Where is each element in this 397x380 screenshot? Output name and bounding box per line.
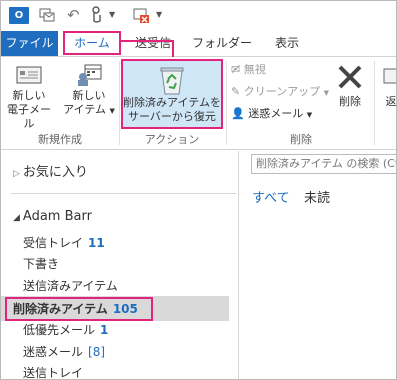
tab-home[interactable]: ホーム [63, 31, 121, 55]
outlook-logo-icon: O [9, 7, 29, 24]
account-header[interactable]: ◢ Adam Barr [13, 209, 92, 224]
cleanup-icon: ✎ [231, 85, 244, 98]
folder-item-junk[interactable]: 迷惑メール [8] [23, 343, 105, 361]
folder-item-sent[interactable]: 送信済みアイテム [23, 277, 118, 295]
folder-item-inbox[interactable]: 受信トレイ 11 [23, 234, 105, 252]
folder-pane: ▷ お気に入り ◢ Adam Barr 受信トレイ 11 下書き 送信済みアイテム 削… [1, 151, 236, 379]
junk-button[interactable]: 👤 迷惑メール ▼ [231, 105, 312, 123]
group-delete-label: 削除 [290, 133, 312, 146]
folder-item-outbox[interactable]: 送信トレイ [23, 364, 83, 379]
customize-caret-icon[interactable]: ▼ [156, 10, 162, 19]
recover-label-1: 削除済みアイテムを [123, 96, 221, 109]
recover-label-2: サーバーから復元 [128, 110, 216, 123]
ribbon: 新しい 電子メール 新しい アイテム ▼ 新規作成 削除済みアイテムを サーバー… [1, 57, 396, 150]
filter-all-tab[interactable]: すべて [252, 187, 290, 206]
new-items-label-1: 新しい [72, 89, 106, 102]
tab-view[interactable]: 表示 [267, 31, 307, 56]
reply-icon [383, 68, 396, 84]
new-email-label-2: 電子メール [7, 103, 51, 130]
group-new-label: 新規作成 [38, 133, 82, 146]
folder-divider [11, 193, 236, 194]
collapse-triangle-icon: ◢ [13, 213, 20, 223]
ribbon-tabs: ファイル ホーム 送受信 フォルダー 表示 [1, 31, 396, 57]
quick-access-toolbar: O ↶ ▼ ▼ [1, 1, 396, 31]
deleted-items-callout [5, 297, 153, 321]
folder-item-drafts[interactable]: 下書き [23, 255, 59, 273]
delete-all-icon[interactable] [133, 7, 150, 24]
ribbon-separator [119, 61, 120, 145]
reply-label: 返 [385, 95, 397, 108]
new-items-caret-icon: ▼ [109, 107, 115, 115]
touch-caret-icon[interactable]: ▼ [109, 10, 115, 19]
new-items-button[interactable]: 新しい アイテム ▼ [61, 63, 117, 118]
ignore-button[interactable]: ✉̸ 無視 [231, 61, 266, 79]
delete-button[interactable]: 削除 [330, 63, 370, 109]
send-receive-icon[interactable] [39, 8, 55, 23]
new-items-label-2: アイテム ▼ [63, 103, 115, 116]
cleanup-caret-icon: ▼ [323, 89, 330, 97]
recycle-bin-icon [160, 67, 184, 95]
ribbon-separator [226, 61, 227, 145]
new-email-label-1: 新しい [12, 89, 46, 102]
filter-unread-tab[interactable]: 未読 [304, 187, 330, 206]
new-items-icon [78, 64, 102, 86]
search-input[interactable]: 削除済みアイテム の検索 (Ct [251, 154, 396, 174]
touch-mode-icon[interactable] [89, 6, 103, 24]
favorites-header[interactable]: ▷ お気に入り [13, 161, 88, 180]
delete-x-icon [338, 65, 362, 89]
tab-file[interactable]: ファイル [1, 31, 58, 56]
ignore-icon: ✉̸ [231, 63, 244, 76]
junk-icon: 👤 [231, 107, 249, 120]
folder-item-clutter[interactable]: 低優先メール 1 [23, 321, 108, 339]
outlook-window: O ↶ ▼ ▼ ファイル ホーム 送受信 フォルダー 表示 新しい 電子メール … [0, 0, 397, 380]
expand-triangle-icon: ▷ [13, 169, 20, 179]
new-email-button[interactable]: 新しい 電子メール [3, 63, 55, 131]
reply-button[interactable]: 返 [381, 63, 397, 109]
new-email-icon [16, 66, 42, 84]
cleanup-button[interactable]: ✎ クリーンアップ ▼ [231, 83, 329, 101]
junk-caret-icon: ▼ [306, 111, 313, 119]
group-actions-label: アクション [144, 133, 200, 146]
delete-label: 削除 [339, 95, 361, 108]
recover-deleted-items-button[interactable]: 削除済みアイテムを サーバーから復元 [121, 59, 223, 129]
pane-border [238, 151, 239, 379]
undo-icon[interactable]: ↶ [67, 7, 83, 23]
ribbon-separator [374, 61, 375, 145]
tab-folder[interactable]: フォルダー [191, 31, 253, 56]
